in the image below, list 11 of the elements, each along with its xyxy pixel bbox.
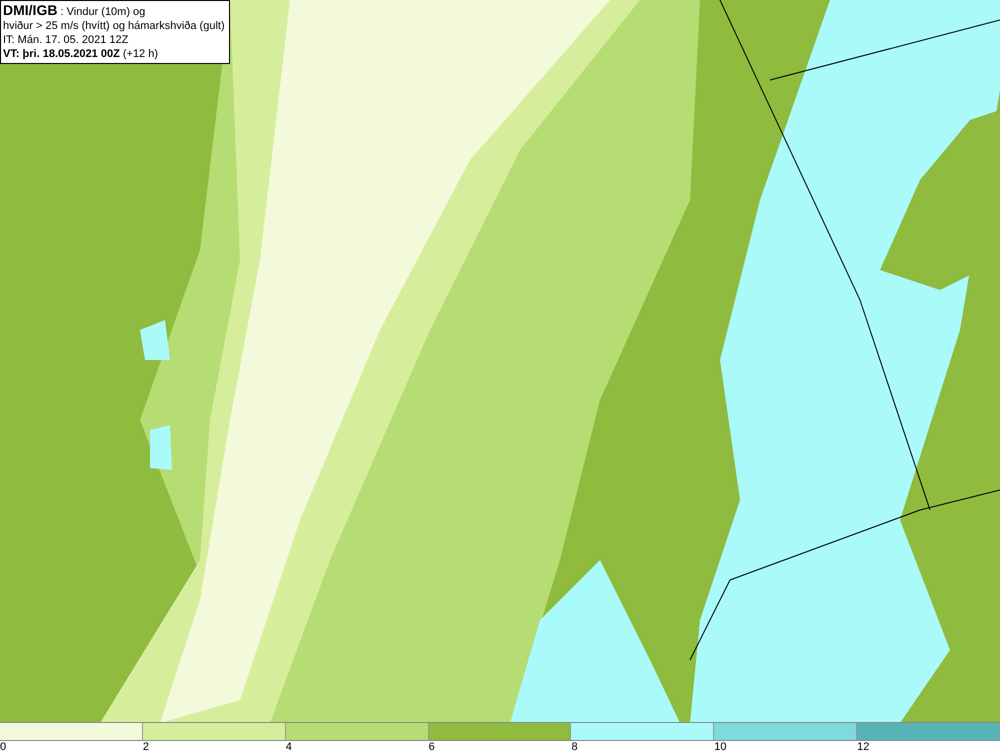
- header-line: IT: Mán. 17. 05. 2021 12Z: [3, 33, 130, 47]
- header-line: DMI/IGB : Vindur (10m) og: [3, 3, 146, 19]
- header-line: hviður > 25 m/s (hvítt) og hámarkshviða (gult): [3, 19, 225, 33]
- legend-label: 2: [142, 741, 149, 753]
- legend-label: 10: [714, 741, 727, 753]
- legend-label: 6: [428, 741, 435, 753]
- legend-label: 4: [286, 741, 292, 753]
- legend-label: 0: [0, 741, 6, 753]
- header-line: VT: þri. 18.05.2021 00Z (+12 h): [3, 47, 160, 61]
- legend-label: 8: [571, 741, 578, 753]
- legend-label: 12: [857, 741, 870, 753]
